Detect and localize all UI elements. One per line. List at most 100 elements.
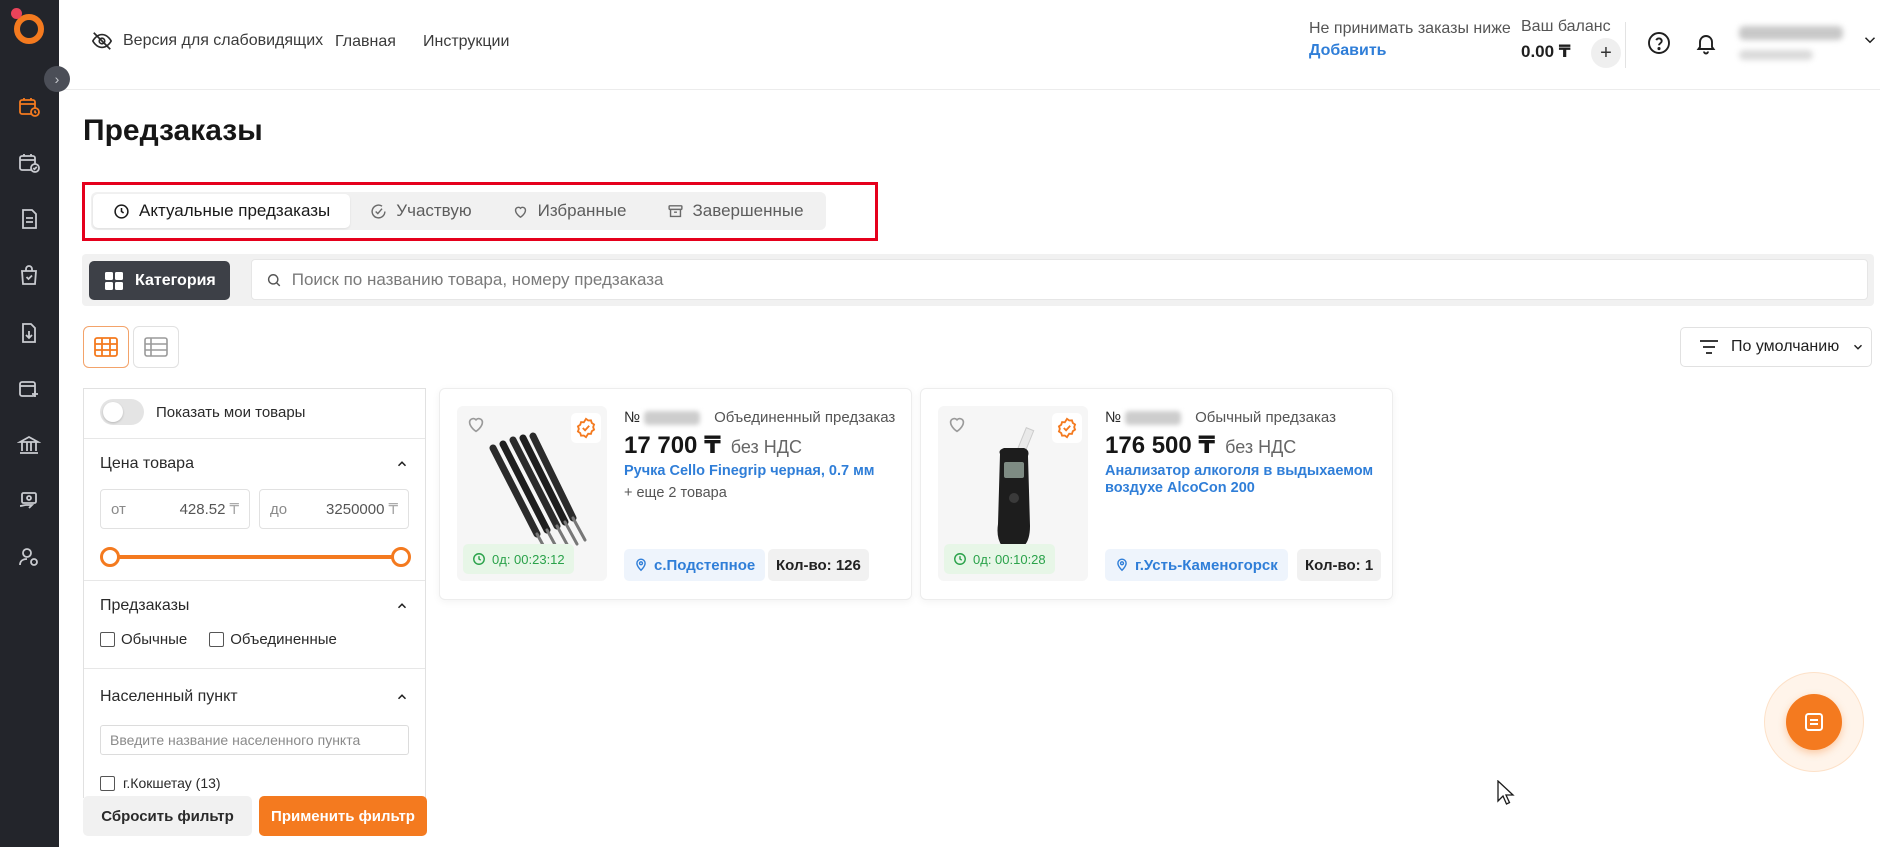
filter-lines-icon	[1700, 340, 1718, 354]
currency-symbol: ₸	[229, 501, 239, 518]
show-my-products-label: Показать мои товары	[156, 403, 306, 421]
mouse-cursor-icon	[1497, 780, 1515, 805]
verified-badge-icon	[1052, 413, 1082, 443]
checkbox-box[interactable]	[209, 632, 225, 647]
chevron-down-icon	[1854, 344, 1863, 350]
page-title: Предзаказы	[83, 114, 263, 147]
timer-badge: 0д: 00:23:12	[463, 544, 574, 574]
checkbox-regular[interactable]: Обычные	[100, 631, 187, 648]
preorder-price: 176 500 ₸	[1105, 432, 1216, 459]
clock-icon	[114, 203, 129, 219]
product-name-link[interactable]: Ручка Cello Finegrip черная, 0.7 мм	[624, 463, 894, 480]
price-slider-min-handle[interactable]	[100, 547, 120, 567]
checkbox-box[interactable]	[100, 632, 115, 647]
price-slider-max-handle[interactable]	[391, 547, 411, 567]
accessibility-label: Версия для слабовидящих	[123, 32, 324, 49]
price-section-title: Цена товара	[100, 455, 194, 472]
verified-badge-icon	[571, 413, 601, 443]
location-chip: г.Усть-Каменогорск	[1105, 549, 1288, 581]
price-range-track	[110, 555, 401, 559]
chevron-up-icon[interactable]	[395, 690, 409, 704]
search-icon	[267, 273, 281, 286]
checkbox-combined-label: Объединенные	[230, 631, 337, 648]
sidebar-profile-settings-icon[interactable]	[14, 542, 44, 572]
product-image[interactable]: 0д: 00:10:28	[938, 406, 1088, 581]
sidebar-expand-button[interactable]: ›	[44, 66, 70, 92]
min-order-add-link[interactable]: Добавить	[1309, 40, 1511, 62]
top-header: Версия для слабовидящих Главная Инструкц…	[59, 0, 1880, 90]
product-image[interactable]: 0д: 00:23:12	[457, 406, 607, 581]
tab-label: Актуальные предзаказы	[139, 201, 331, 220]
tab-participating[interactable]: Участвую	[350, 194, 491, 228]
city-search-input[interactable]	[110, 732, 408, 748]
location-pin-icon	[636, 558, 646, 572]
chevron-down-icon[interactable]	[1861, 31, 1879, 49]
checkbox-regular-label: Обычные	[121, 631, 188, 648]
category-button[interactable]: Категория	[89, 261, 230, 300]
product-name-link[interactable]: Анализатор алкоголя в выдыхаемом воздухе…	[1105, 463, 1375, 498]
location-label: г.Усть-Каменогорск	[1135, 556, 1278, 574]
vat-label: без НДС	[730, 437, 802, 457]
price-from-label: от	[111, 500, 126, 518]
preorder-type: Объединенный предзаказ	[714, 409, 896, 426]
price-range-slider[interactable]	[100, 547, 411, 567]
preorder-card[interactable]: 0д: 00:10:28 № Обычный предзаказ 176 500…	[920, 388, 1393, 600]
user-account[interactable]	[1739, 26, 1843, 60]
location-label: с.Подстепное	[654, 556, 756, 574]
grid-view-icon	[94, 337, 118, 357]
price-section: Цена товара от 428.52 ₸ до 3250000 ₸	[84, 439, 425, 581]
preorder-type: Обычный предзаказ	[1195, 409, 1336, 426]
sidebar-add-order-icon[interactable]	[14, 374, 44, 404]
checkbox-combined[interactable]: Объединенные	[209, 631, 337, 648]
header-divider	[1625, 22, 1626, 68]
category-label: Категория	[135, 271, 216, 289]
sidebar-import-icon[interactable]	[14, 318, 44, 348]
location-chip: с.Подстепное	[624, 549, 766, 581]
price-from-input[interactable]: от 428.52 ₸	[100, 489, 250, 529]
logo[interactable]	[8, 6, 48, 46]
chat-button[interactable]	[1786, 694, 1842, 750]
preorder-tabs: Актуальные предзаказы Участвую Избранные…	[91, 192, 826, 230]
price-to-input[interactable]: до 3250000 ₸	[259, 489, 409, 529]
chevron-up-icon[interactable]	[395, 457, 409, 471]
apply-filter-button[interactable]: Применить фильтр	[259, 796, 427, 836]
city-option[interactable]: г.Кокшетау (13)	[84, 775, 425, 791]
price-line: 176 500 ₸ без НДС	[1105, 431, 1296, 460]
sort-dropdown[interactable]: По умолчанию	[1680, 327, 1872, 367]
sidebar-documents-icon[interactable]	[14, 204, 44, 234]
sidebar-bank-icon[interactable]	[14, 430, 44, 460]
clock-icon	[473, 553, 485, 565]
nav-instructions-link[interactable]: Инструкции	[423, 33, 509, 51]
help-icon[interactable]	[1644, 28, 1674, 58]
tab-completed[interactable]: Завершенные	[647, 194, 824, 228]
nav-home-link[interactable]: Главная	[335, 33, 396, 51]
preorder-number-prefix: №	[624, 409, 641, 426]
tab-active-preorders[interactable]: Актуальные предзаказы	[93, 194, 351, 228]
sidebar-preorders-icon[interactable]	[14, 92, 44, 122]
balance-add-button[interactable]: +	[1591, 38, 1621, 68]
bell-icon[interactable]	[1691, 28, 1721, 58]
show-my-products-toggle[interactable]	[100, 399, 144, 425]
preorder-number-redacted	[644, 410, 701, 425]
checkbox-box[interactable]	[100, 775, 115, 791]
accessibility-toggle[interactable]: Версия для слабовидящих	[91, 30, 323, 52]
city-search-field[interactable]	[100, 725, 409, 755]
vat-label: без НДС	[1225, 437, 1297, 457]
search-input[interactable]	[291, 269, 1867, 290]
price-to-label: до	[270, 500, 288, 518]
search-field[interactable]	[251, 259, 1868, 300]
chevron-up-icon[interactable]	[395, 599, 409, 613]
favorite-heart-icon[interactable]	[945, 413, 969, 435]
min-order-block: Не принимать заказы ниже Добавить	[1309, 18, 1511, 61]
list-view-icon	[144, 337, 168, 357]
grid-view-button[interactable]	[83, 326, 129, 368]
sidebar-finance-icon[interactable]	[14, 486, 44, 516]
sidebar-orders-icon[interactable]	[14, 148, 44, 178]
reset-filter-button[interactable]: Сбросить фильтр	[83, 796, 252, 836]
search-bar-band: Категория	[82, 254, 1874, 306]
tab-favorites[interactable]: Избранные	[492, 194, 647, 228]
list-view-button[interactable]	[133, 326, 179, 368]
favorite-heart-icon[interactable]	[464, 413, 488, 435]
preorder-card[interactable]: 0д: 00:23:12 № Объединенный предзаказ 17…	[439, 388, 912, 600]
sidebar-products-icon[interactable]	[14, 260, 44, 290]
